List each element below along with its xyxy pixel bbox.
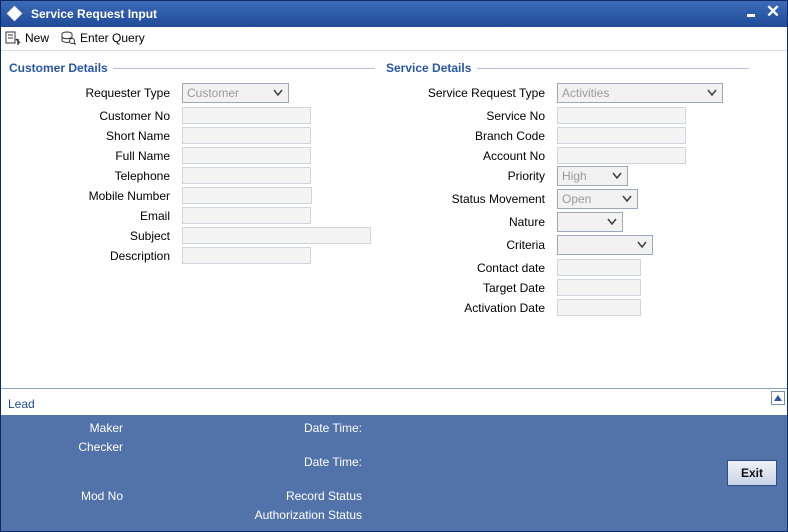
new-button[interactable]: New: [5, 29, 49, 47]
target-date-label: Target Date: [482, 281, 545, 295]
branch-code-field[interactable]: [557, 127, 686, 144]
description-label: Description: [109, 249, 170, 263]
service-request-type-select[interactable]: Activities: [557, 83, 723, 103]
authorization-status-label: Authorization Status: [254, 508, 362, 522]
lead-bar: Lead: [1, 388, 787, 415]
customer-details-title: Customer Details: [9, 61, 108, 75]
maker-date-time-label: Date Time:: [303, 421, 362, 435]
criteria-label: Criteria: [506, 238, 545, 252]
criteria-select[interactable]: [557, 235, 653, 255]
service-no-label: Service No: [486, 109, 545, 123]
maker-label: Maker: [89, 421, 123, 435]
service-request-type-label: Service Request Type: [427, 86, 545, 100]
new-label: New: [25, 31, 50, 45]
status-movement-value: Open: [562, 192, 592, 206]
requester-type-label: Requester Type: [85, 86, 171, 100]
priority-select[interactable]: High: [557, 166, 628, 186]
lead-link[interactable]: Lead: [8, 397, 35, 411]
chevron-down-icon: [607, 218, 617, 226]
minimize-button[interactable]: [745, 5, 759, 21]
title-bar: Service Request Input ✕: [1, 1, 787, 27]
status-movement-select[interactable]: Open: [557, 189, 638, 209]
short-name-label: Short Name: [105, 129, 170, 143]
close-button[interactable]: ✕: [765, 2, 781, 22]
priority-value: High: [562, 169, 587, 183]
mobile-number-label: Mobile Number: [88, 189, 170, 203]
mod-no-label: Mod No: [80, 489, 123, 503]
triangle-up-icon: [774, 395, 782, 401]
customer-no-label: Customer No: [99, 109, 170, 123]
service-request-type-value: Activities: [562, 86, 610, 100]
enter-query-icon: [61, 31, 76, 45]
collapse-button[interactable]: [771, 391, 785, 405]
short-name-field[interactable]: [182, 127, 311, 144]
enter-query-button[interactable]: Enter Query: [60, 29, 145, 47]
customer-no-field[interactable]: [182, 107, 311, 124]
telephone-label: Telephone: [114, 169, 170, 183]
requester-type-select[interactable]: Customer: [182, 83, 289, 103]
minimize-icon: [747, 14, 755, 17]
checker-date-time-label: Date Time:: [303, 455, 362, 469]
service-details-title: Service Details: [386, 61, 472, 75]
chevron-down-icon: [273, 89, 283, 97]
mobile-number-field[interactable]: [182, 187, 312, 204]
window-title: Service Request Input: [31, 7, 158, 21]
email-field[interactable]: [182, 207, 311, 224]
contact-date-field[interactable]: [557, 259, 641, 276]
nature-label: Nature: [508, 215, 545, 229]
customer-details-divider: [113, 68, 375, 69]
exit-button[interactable]: Exit: [727, 460, 777, 486]
toolbar: New Enter Query: [1, 27, 787, 51]
enter-query-label: Enter Query: [80, 31, 145, 45]
chevron-down-icon: [707, 89, 717, 97]
audit-footer: Maker Checker Mod No Date Time: Date Tim…: [1, 415, 787, 531]
nature-select[interactable]: [557, 212, 623, 232]
activation-date-field[interactable]: [557, 299, 641, 316]
telephone-field[interactable]: [182, 167, 311, 184]
email-label: Email: [139, 209, 170, 223]
contact-date-label: Contact date: [476, 261, 545, 275]
service-request-window: Service Request Input ✕ New Enter Query: [0, 0, 788, 532]
requester-type-value: Customer: [187, 86, 240, 100]
service-details-divider: [477, 68, 749, 69]
priority-label: Priority: [507, 169, 545, 183]
full-name-field[interactable]: [182, 147, 311, 164]
new-icon: [5, 31, 21, 45]
branch-code-label: Branch Code: [474, 129, 545, 143]
account-no-field[interactable]: [557, 147, 686, 164]
app-diamond-icon: [6, 5, 23, 22]
chevron-down-icon: [612, 172, 622, 180]
chevron-down-icon: [637, 241, 647, 249]
subject-label: Subject: [129, 229, 170, 243]
account-no-label: Account No: [482, 149, 545, 163]
full-name-label: Full Name: [115, 149, 170, 163]
subject-field[interactable]: [182, 227, 371, 244]
chevron-down-icon: [622, 195, 632, 203]
activation-date-label: Activation Date: [464, 301, 545, 315]
record-status-label: Record Status: [285, 489, 362, 503]
description-field[interactable]: [182, 247, 311, 264]
checker-label: Checker: [78, 440, 123, 454]
target-date-field[interactable]: [557, 279, 641, 296]
service-no-field[interactable]: [557, 107, 686, 124]
status-movement-label: Status Movement: [451, 192, 545, 206]
